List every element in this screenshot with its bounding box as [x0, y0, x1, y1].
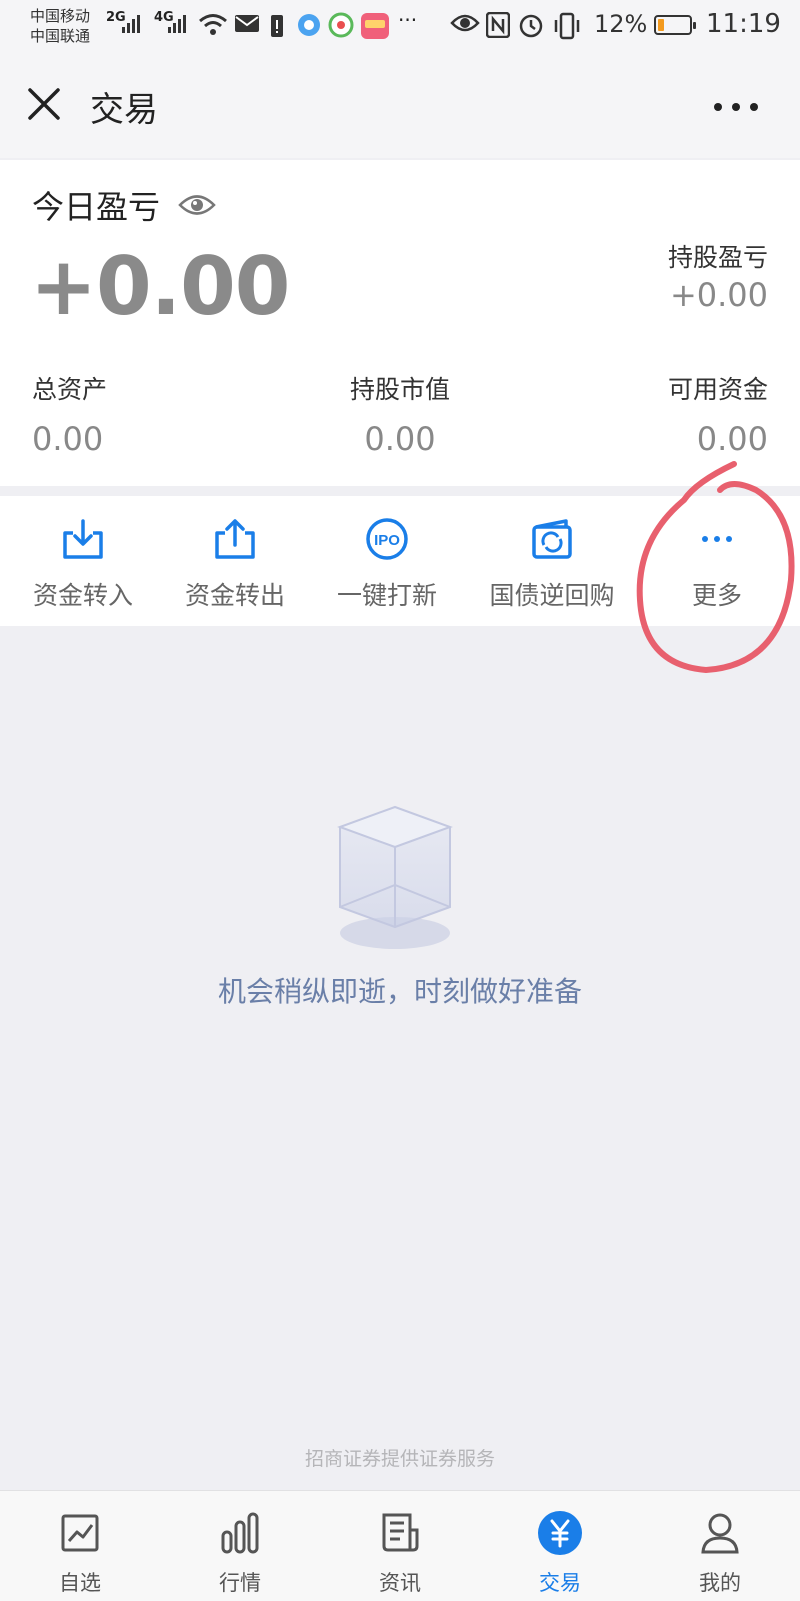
eye-comfort-icon — [450, 14, 480, 32]
empty-state-message: 机会稍纵即逝，时刻做好准备 — [217, 975, 582, 1008]
transfer-in-icon — [63, 519, 103, 559]
holding-pl-value: +0.00 — [669, 276, 768, 314]
action-more[interactable]: 更多 — [664, 516, 770, 612]
trade-icon — [538, 1511, 582, 1555]
battery-level — [658, 19, 664, 31]
provider-note: 招商证券提供证券服务 — [304, 1448, 495, 1470]
holding-pl-label: 持股盈亏 — [667, 243, 768, 272]
total-assets-value: 0.00 — [32, 420, 104, 458]
today-pl-value: +0.00 — [30, 240, 290, 333]
carrier-2: 中国联通 — [30, 27, 91, 45]
action-label: 资金转出 — [184, 581, 285, 610]
clock: 11:19 — [706, 9, 781, 39]
watchlist-icon — [61, 1514, 99, 1552]
eye-icon[interactable] — [178, 192, 216, 218]
tab-label: 我的 — [699, 1571, 741, 1595]
close-icon[interactable] — [24, 84, 64, 124]
market-icon — [221, 1512, 259, 1554]
reverse-repo-icon — [532, 519, 572, 559]
svg-text:IPO: IPO — [374, 532, 400, 549]
more-menu-icon[interactable] — [710, 92, 762, 122]
holding-market-value-label: 持股市值 — [350, 375, 451, 404]
mail-icon — [235, 15, 259, 32]
action-transfer-in[interactable]: 资金转入 — [30, 516, 136, 612]
transfer-out-icon — [215, 519, 255, 559]
action-label: 资金转入 — [32, 581, 133, 610]
tab-profile[interactable]: 我的 — [670, 1509, 770, 1597]
shopping-app-icon — [361, 13, 389, 39]
browser-app-icon — [298, 14, 320, 36]
more-notifications: ··· — [398, 8, 418, 32]
holding-market-value-value: 0.00 — [364, 420, 436, 458]
available-funds: 可用资金 0.00 — [668, 370, 768, 458]
action-transfer-out[interactable]: 资金转出 — [182, 516, 288, 612]
empty-box-icon — [337, 805, 453, 949]
profile-icon — [701, 1513, 739, 1554]
action-label: 更多 — [691, 581, 742, 610]
wifi-icon — [199, 14, 227, 35]
battery-percent: 12% — [594, 10, 648, 38]
more-dots-icon — [702, 536, 732, 542]
action-label: 国债逆回购 — [489, 581, 615, 610]
action-reverse-repo[interactable]: 国债逆回购 — [486, 516, 618, 612]
holding-market-value: 持股市值 0.00 — [350, 370, 450, 458]
tab-market[interactable]: 行情 — [190, 1509, 290, 1597]
available-funds-value: 0.00 — [696, 420, 768, 458]
alert-icon — [271, 15, 283, 37]
news-icon — [382, 1513, 419, 1552]
tab-trade[interactable]: 交易 — [510, 1509, 610, 1597]
total-assets: 总资产 0.00 — [32, 370, 107, 458]
signal-icon — [168, 14, 188, 33]
total-assets-label: 总资产 — [32, 375, 108, 404]
page-title: 交易 — [90, 90, 158, 130]
tab-label: 交易 — [539, 1571, 581, 1595]
today-pl-label: 今日盈亏 — [32, 188, 161, 226]
bottom-tab-bar: 自选 行情 资讯 交易 我的 — [0, 1490, 800, 1601]
app-icon — [328, 12, 354, 38]
account-summary: 今日盈亏 +0.00 持股盈亏 +0.00 总资产 0.00 持股市值 0.00… — [0, 160, 800, 486]
tab-label: 自选 — [59, 1571, 101, 1595]
tab-news[interactable]: 资讯 — [350, 1509, 450, 1597]
action-label: 一键打新 — [336, 581, 437, 610]
alarm-icon — [519, 14, 543, 38]
carrier-1: 中国移动 — [30, 7, 91, 25]
carrier-names: 中国移动 中国联通 — [30, 6, 90, 46]
status-bar: 中国移动 中国联通 2G 4G ··· 12% 11:19 — [0, 0, 800, 52]
nfc-icon — [486, 12, 510, 38]
tab-label: 行情 — [219, 1571, 261, 1595]
vibrate-icon — [554, 12, 580, 40]
battery-icon — [654, 15, 696, 35]
tab-label: 资讯 — [379, 1571, 421, 1595]
available-funds-label: 可用资金 — [667, 375, 768, 404]
action-ipo[interactable]: IPO 一键打新 — [334, 516, 440, 612]
quick-actions: 资金转入 资金转出 IPO 一键打新 国债逆回购 更多 — [0, 496, 800, 626]
signal-icon — [122, 14, 142, 33]
header: 交易 — [0, 52, 800, 158]
ipo-icon: IPO — [366, 518, 408, 560]
tab-watchlist[interactable]: 自选 — [30, 1509, 130, 1597]
